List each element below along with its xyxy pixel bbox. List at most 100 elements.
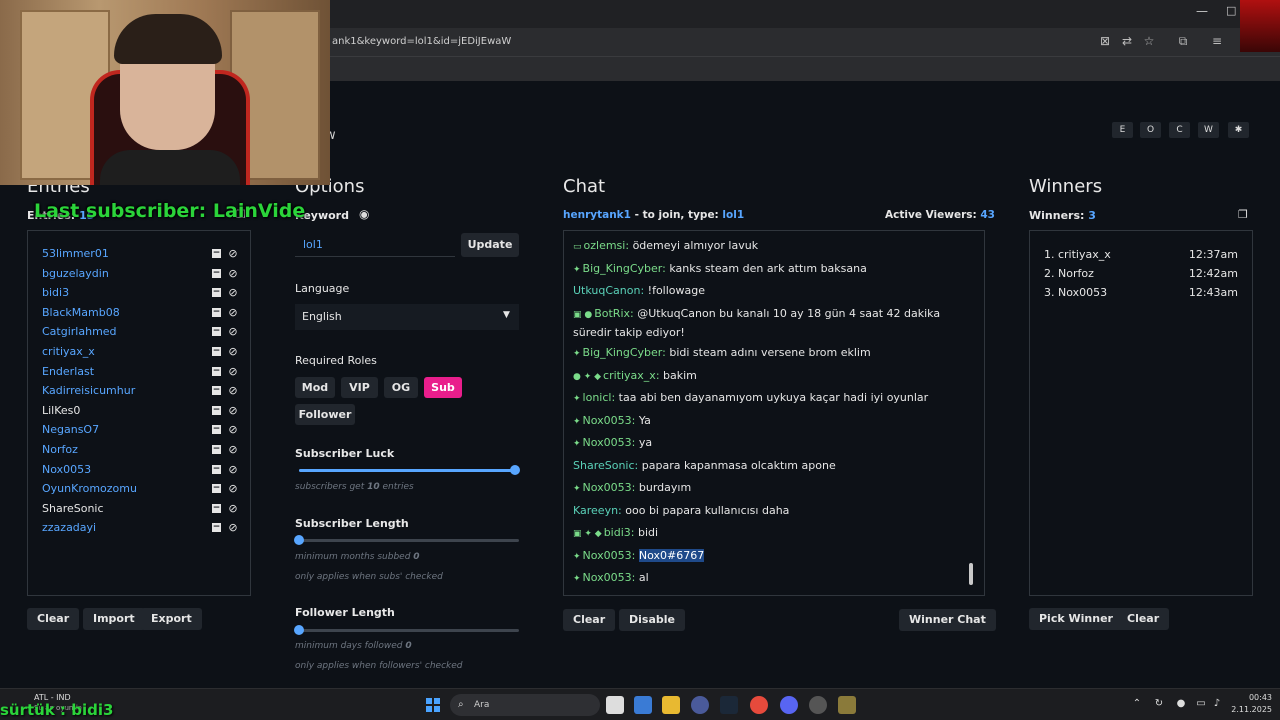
chat-username[interactable]: Big_KingCyber: — [583, 262, 666, 275]
theme-button-e[interactable]: E — [1112, 122, 1133, 138]
chat-disable-button[interactable]: Disable — [619, 609, 685, 631]
windows-start-icon[interactable] — [426, 698, 440, 712]
entry-name[interactable]: BlackMamb08 — [42, 306, 120, 319]
entries-clear-button[interactable]: Clear — [27, 608, 80, 630]
extensions-icon[interactable]: ⧉ — [1176, 34, 1190, 49]
entry-name[interactable]: zzazadayi — [42, 521, 96, 534]
ban-icon[interactable]: ⊘ — [227, 404, 239, 417]
taskbar-date[interactable]: 2.11.2025 — [1222, 705, 1272, 714]
sub-length-knob[interactable] — [294, 535, 304, 545]
chat-log[interactable]: ▭ ozlemsi: ödemeyi almıyor lavuk ✦ Big_Ki… — [563, 230, 985, 596]
follow-length-knob[interactable] — [294, 625, 304, 635]
entries-export-button[interactable]: Export — [141, 608, 202, 630]
entry-name[interactable]: ShareSonic — [42, 502, 104, 515]
chat-username[interactable]: lonicl: — [583, 391, 616, 404]
remove-entry-icon[interactable]: − — [212, 249, 221, 258]
url-text[interactable]: ank1&keyword=lol1&id=jEDiJEwaW — [332, 36, 511, 47]
chat-username[interactable]: Big_KingCyber: — [583, 346, 666, 359]
list-item[interactable]: ShareSonic − ⊘ — [42, 501, 250, 519]
list-item[interactable]: Catgirlahmed − ⊘ — [42, 324, 250, 342]
winners-clear-button[interactable]: Clear — [1117, 608, 1170, 630]
remove-entry-icon[interactable]: − — [212, 268, 221, 278]
chat-clear-button[interactable]: Clear — [563, 609, 616, 631]
tray-chevron-up-icon[interactable]: ⌃ — [1130, 698, 1144, 709]
ban-icon[interactable]: ⊘ — [227, 423, 239, 436]
entry-name[interactable]: Catgirlahmed — [42, 325, 117, 338]
remove-entry-icon[interactable]: − — [212, 425, 221, 435]
chat-username[interactable]: bidi3: — [604, 526, 635, 539]
pick-winner-button[interactable]: Pick Winner — [1029, 608, 1123, 630]
sub-luck-knob[interactable] — [510, 465, 520, 475]
theme-button-o[interactable]: O — [1140, 122, 1161, 138]
copy-icon[interactable]: ❐ — [1238, 208, 1248, 221]
eye-icon[interactable]: ◉ — [359, 207, 369, 221]
sub-length-slider[interactable] — [294, 535, 519, 545]
entry-name[interactable]: Enderlast — [42, 365, 94, 378]
menu-icon[interactable]: ≡ — [1210, 34, 1224, 48]
chat-username[interactable]: BotRix: — [594, 307, 634, 320]
entry-name[interactable]: Norfoz — [42, 443, 78, 456]
entry-name[interactable]: bguzelaydin — [42, 267, 109, 280]
list-item[interactable]: Kadirreisicumhur − ⊘ — [42, 383, 250, 401]
list-item[interactable]: OyunKromozomu − ⊘ — [42, 481, 250, 499]
chat-username[interactable]: ShareSonic: — [573, 459, 638, 472]
list-item[interactable]: BlackMamb08 − ⊘ — [42, 305, 250, 323]
chat-username[interactable]: Nox0053: — [583, 436, 636, 449]
list-item[interactable]: Enderlast − ⊘ — [42, 364, 250, 382]
ban-icon[interactable]: ⊘ — [227, 384, 239, 397]
ban-icon[interactable]: ⊘ — [227, 463, 239, 476]
task-view-icon[interactable] — [606, 696, 624, 714]
winner-chat-button[interactable]: Winner Chat — [899, 609, 996, 631]
chat-username[interactable]: Nox0053: — [583, 414, 636, 427]
ban-icon[interactable]: ⊘ — [227, 325, 239, 338]
theme-button-w[interactable]: W — [1198, 122, 1219, 138]
language-select[interactable]: English ▼ — [295, 304, 519, 330]
theme-button-c[interactable]: C — [1169, 122, 1190, 138]
chat-username[interactable]: Nox0053: — [583, 481, 636, 494]
app-icon-2[interactable] — [838, 696, 856, 714]
remove-entry-icon[interactable]: − — [212, 288, 221, 298]
taskbar-search[interactable]: ⌕ Ara — [450, 694, 600, 716]
entry-name[interactable]: bidi3 — [42, 286, 69, 299]
ban-icon[interactable]: ⊘ — [227, 482, 239, 495]
ban-icon[interactable]: ⊘ — [227, 306, 239, 319]
chat-username[interactable]: Nox0053: — [583, 549, 636, 562]
ban-icon[interactable]: ⊘ — [227, 345, 239, 358]
chat-username[interactable]: Nox0053: — [583, 571, 636, 584]
translate-icon[interactable]: ⇄ — [1120, 34, 1134, 48]
remove-entry-icon[interactable]: − — [212, 464, 221, 474]
list-item[interactable]: zzazadayi − ⊘ — [42, 520, 250, 538]
entry-name[interactable]: Kadirreisicumhur — [42, 384, 135, 397]
steam-icon[interactable] — [720, 696, 738, 714]
obs-icon[interactable] — [691, 696, 709, 714]
remove-entry-icon[interactable]: − — [212, 366, 221, 376]
list-item[interactable]: Nox0053 − ⊘ — [42, 462, 250, 480]
chat-username[interactable]: Kareeyn: — [573, 504, 622, 517]
chat-username[interactable]: UtkuqCanon: — [573, 284, 644, 297]
ban-icon[interactable]: ⊘ — [227, 286, 239, 299]
update-button[interactable]: Update — [461, 233, 519, 257]
chat-username[interactable]: critiyax_x: — [603, 369, 659, 382]
list-item[interactable]: bguzelaydin − ⊘ — [42, 266, 250, 284]
ban-icon[interactable]: ⊘ — [227, 521, 239, 534]
tray-sync-icon[interactable]: ↻ — [1152, 698, 1166, 709]
sub-luck-slider[interactable] — [299, 465, 520, 475]
discord-icon[interactable] — [780, 696, 798, 714]
file-explorer-icon[interactable] — [662, 696, 680, 714]
remove-entry-icon[interactable]: − — [212, 405, 221, 415]
taskbar-clock[interactable]: 00:43 — [1232, 693, 1272, 702]
remove-entry-icon[interactable]: − — [212, 307, 221, 317]
ban-icon[interactable]: ⊘ — [227, 267, 239, 280]
list-item[interactable]: NegansO7 − ⊘ — [42, 422, 250, 440]
list-item[interactable]: Norfoz − ⊘ — [42, 442, 250, 460]
ban-icon[interactable]: ⊘ — [227, 365, 239, 378]
remove-entry-icon[interactable]: − — [212, 327, 221, 337]
list-item[interactable]: critiyax_x − ⊘ — [42, 344, 250, 362]
entry-name[interactable]: Nox0053 — [42, 463, 91, 476]
maximize-icon[interactable]: □ — [1226, 4, 1240, 17]
ban-icon[interactable]: ⊘ — [227, 443, 239, 456]
remove-entry-icon[interactable]: − — [212, 523, 221, 533]
remove-entry-icon[interactable]: − — [212, 484, 221, 494]
ban-icon[interactable]: ⊘ — [227, 247, 239, 260]
calculator-icon[interactable] — [634, 696, 652, 714]
